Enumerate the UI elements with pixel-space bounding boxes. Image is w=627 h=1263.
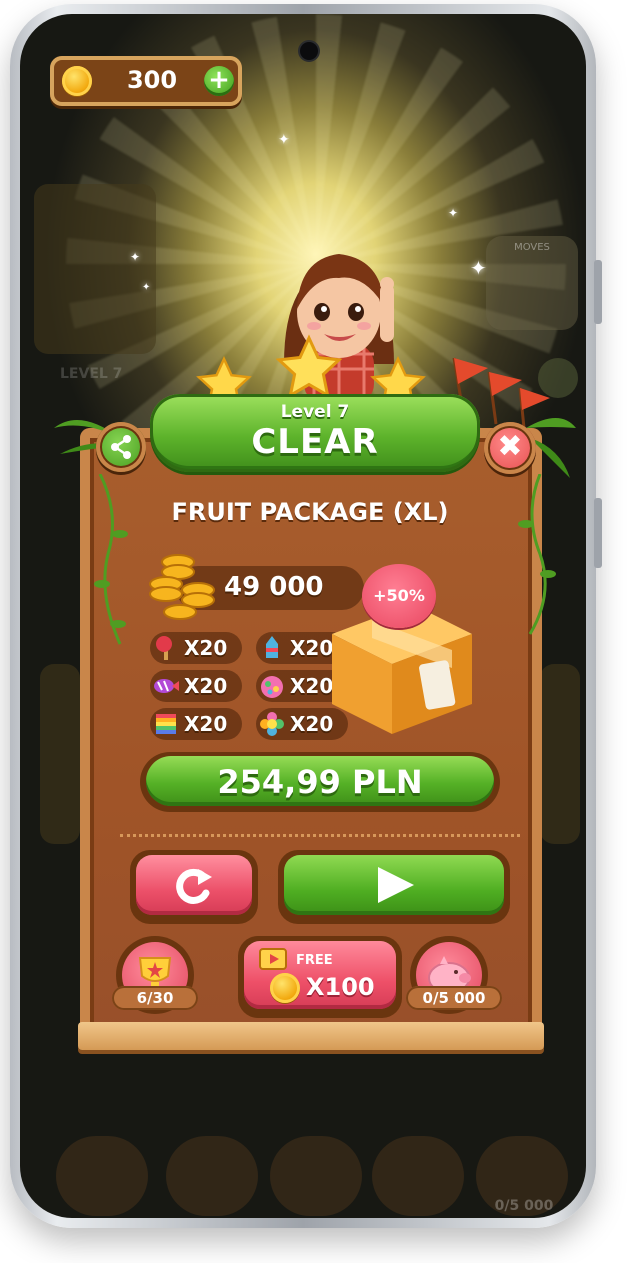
booster-quantity: X20 [184, 636, 228, 660]
game-screen: MOVES LEVEL 7 0/5 000 300 + ✦ ✦ ✦ ✦ ✦ Le… [20, 14, 586, 1218]
rocket-icon [266, 636, 278, 658]
striped-candy-icon [154, 679, 179, 693]
power-button [594, 498, 602, 568]
background-moves-label: MOVES [514, 242, 550, 253]
buy-package-button[interactable]: 254,99 PLN [140, 752, 500, 812]
piggy-bank-progress: 0/5 000 [406, 986, 502, 1010]
background-level-label: LEVEL 7 [60, 366, 123, 382]
coin-icon [270, 973, 300, 1003]
free-coins-video-button[interactable]: FREE X100 [238, 936, 402, 1018]
share-button[interactable] [96, 422, 146, 472]
retry-button[interactable] [130, 850, 258, 924]
background-lock-slot [56, 1136, 148, 1216]
rainbow-icon [156, 714, 176, 734]
background-moves-panel: MOVES [486, 236, 578, 330]
discount-badge: +50% [362, 564, 436, 628]
level-title-plate: Level 7 CLEAR [150, 394, 480, 472]
level-label: Level 7 [280, 402, 350, 422]
free-coin-amount: X100 [306, 973, 375, 1001]
package-title: FRUIT PACKAGE (XL) [171, 498, 449, 526]
sparkle-icon: ✦ [142, 282, 151, 293]
free-label: FREE [296, 953, 333, 968]
coin-reward-amount: 49 000 [224, 572, 324, 602]
color-bomb-icon [261, 676, 283, 698]
trophy-progress: 6/30 [112, 986, 198, 1010]
background-character-card [34, 184, 156, 354]
sparkle-icon: ✦ [448, 206, 459, 220]
close-button[interactable]: ✖ [484, 422, 536, 474]
dotted-divider [120, 834, 520, 837]
coin-balance-bar: 300 + [50, 56, 242, 106]
coin-icon [62, 66, 92, 96]
sparkle-icon: ✦ [470, 256, 487, 280]
retry-button-face [136, 855, 252, 915]
booster-item: X20 [150, 708, 242, 740]
free-button-face: FREE X100 [244, 941, 396, 1009]
add-coins-button[interactable]: + [204, 66, 234, 96]
background-board-right [540, 664, 580, 844]
buy-button-face: 254,99 PLN [146, 756, 494, 806]
booster-item: X20 [150, 670, 242, 702]
coin-stack-icon [149, 554, 215, 620]
booster-item: X20 [150, 632, 242, 664]
booster-quantity: X20 [184, 674, 228, 698]
background-piggy-progress: 0/5 000 [494, 1198, 554, 1214]
phone-frame: MOVES LEVEL 7 0/5 000 300 + ✦ ✦ ✦ ✦ ✦ Le… [10, 4, 602, 1228]
background-lock-slot [166, 1136, 258, 1216]
play-icon [378, 867, 414, 903]
package-price: 254,99 PLN [217, 763, 423, 801]
background-lock-slot [372, 1136, 464, 1216]
video-icon [259, 948, 287, 970]
dialog-bottom-plank [78, 1022, 544, 1050]
coin-balance: 300 [126, 66, 178, 94]
volume-button [594, 260, 602, 324]
play-button-face [284, 855, 504, 915]
next-level-button[interactable] [278, 850, 510, 924]
hammer-icon [156, 636, 172, 660]
background-board-left [40, 664, 80, 844]
retry-icon [176, 868, 212, 904]
booster-quantity: X20 [184, 712, 228, 736]
flower-icon [260, 712, 284, 736]
sparkle-icon: ✦ [278, 132, 290, 148]
background-lock-slot [270, 1136, 362, 1216]
share-icon [111, 435, 131, 459]
sparkle-icon: ✦ [130, 250, 141, 264]
front-camera [300, 42, 318, 60]
level-status-title: CLEAR [251, 422, 379, 462]
